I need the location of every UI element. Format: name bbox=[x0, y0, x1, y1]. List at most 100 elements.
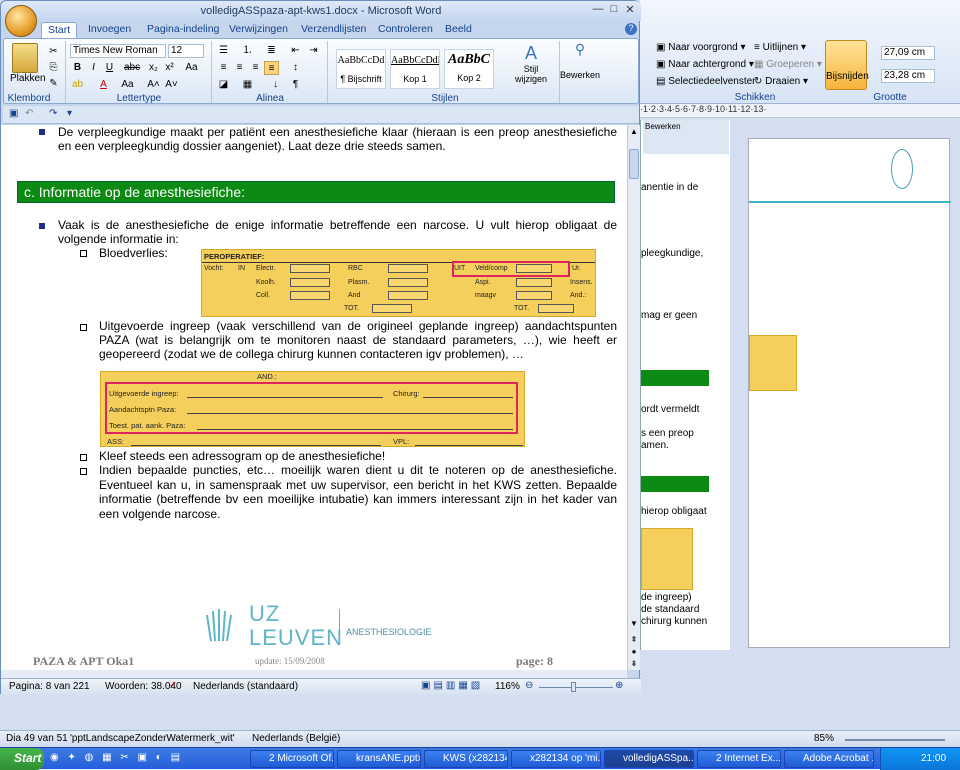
scroll-up-icon[interactable]: ▲ bbox=[629, 127, 639, 137]
bold-icon[interactable]: B bbox=[70, 61, 85, 75]
taskbar-button[interactable]: 2 Internet Ex... bbox=[697, 750, 781, 768]
start-button[interactable]: Start bbox=[0, 748, 44, 770]
side-line: pleegkundige, bbox=[641, 248, 704, 259]
help-icon[interactable]: ? bbox=[625, 23, 637, 35]
editing-button[interactable]: ⚲ Bewerken bbox=[560, 41, 600, 91]
copy-icon[interactable]: ⎘ bbox=[46, 61, 61, 75]
shrink-font-icon[interactable]: A˅ bbox=[164, 78, 179, 92]
scroll-down-icon[interactable]: ▼ bbox=[629, 619, 639, 629]
browse-object-icon[interactable]: ● bbox=[629, 647, 639, 657]
taskbar-button[interactable]: 2 Microsoft Of... bbox=[250, 750, 334, 768]
highlight-icon[interactable]: ab bbox=[70, 78, 85, 92]
align-button[interactable]: ≡ Uitlijnen ▾ bbox=[754, 42, 806, 53]
rotate-button[interactable]: ↻ Draaien ▾ bbox=[754, 76, 808, 87]
prev-page-icon[interactable]: ⇞ bbox=[629, 635, 639, 645]
grow-font-icon[interactable]: A˄ bbox=[146, 78, 161, 92]
customize-qat-icon[interactable]: ▾ bbox=[67, 108, 72, 119]
close-icon[interactable]: ✕ bbox=[623, 3, 637, 17]
background-ruler: ·1·2·3·4·5·6·7·8·9·10·11·12·13· bbox=[640, 104, 960, 118]
tab-start[interactable]: Start bbox=[41, 22, 78, 38]
office-button[interactable] bbox=[5, 5, 37, 37]
height-field[interactable]: 27,09 cm bbox=[881, 46, 935, 60]
zoom-slider[interactable] bbox=[539, 687, 613, 688]
strikethrough-icon[interactable]: abc bbox=[124, 61, 140, 75]
form-field bbox=[516, 291, 552, 300]
show-marks-icon[interactable]: ¶ bbox=[288, 78, 303, 92]
superscript-icon[interactable]: x² bbox=[162, 61, 177, 75]
width-field[interactable]: 23,28 cm bbox=[881, 69, 935, 83]
style-heading-2[interactable]: AaBbC Kop 2 bbox=[444, 49, 494, 89]
zoom-out-icon[interactable]: ⊖ bbox=[525, 680, 533, 691]
bring-forward-button[interactable]: ▣ Naar voorgrond ▾ bbox=[656, 42, 746, 53]
title-bar[interactable]: volledigASSpaza-apt-kws1.docx - Microsof… bbox=[1, 1, 641, 21]
taskbar-button[interactable]: Adobe Acrobat ... bbox=[784, 750, 874, 768]
taskbar-button[interactable]: KWS (x282134) bbox=[424, 750, 508, 768]
style-caption[interactable]: AaBbCcDd ¶ Bijschrift bbox=[336, 49, 386, 89]
horizontal-scrollbar[interactable] bbox=[1, 670, 627, 678]
style-heading-1[interactable]: AaBbCcDdE Kop 1 bbox=[390, 49, 440, 89]
shading-icon[interactable]: ◪ bbox=[216, 78, 231, 92]
zoom-in-icon[interactable]: ⊕ bbox=[615, 680, 623, 691]
align-right-icon[interactable]: ≡ bbox=[248, 61, 263, 75]
save-icon[interactable]: ▣ bbox=[9, 108, 18, 119]
taskbar-button[interactable]: x282134 op 'mi... bbox=[511, 750, 601, 768]
italic-icon[interactable]: I bbox=[86, 61, 101, 75]
scroll-thumb[interactable] bbox=[629, 149, 639, 179]
font-name-combo[interactable]: Times New Roman bbox=[70, 44, 166, 58]
paste-button[interactable]: Plakken bbox=[10, 73, 46, 84]
zoom-slider-thumb[interactable] bbox=[571, 682, 576, 692]
tab-beeld[interactable]: Beeld bbox=[439, 22, 478, 38]
form-field bbox=[290, 291, 330, 300]
font-color-icon[interactable]: A bbox=[96, 78, 111, 92]
side-line: mag er geen bbox=[641, 310, 698, 321]
change-styles-button[interactable]: A Stijl wijzigen bbox=[508, 43, 554, 84]
sort-icon[interactable]: ↓ bbox=[268, 78, 283, 92]
font-size-combo[interactable]: 12 bbox=[168, 44, 204, 58]
subscript-icon[interactable]: x₂ bbox=[146, 61, 161, 75]
taskbar-button-active[interactable]: volledigASSpa... bbox=[604, 750, 694, 768]
align-center-icon[interactable]: ≡ bbox=[232, 61, 247, 75]
underline-icon[interactable]: U bbox=[102, 61, 117, 75]
proofing-icon[interactable]: ✓ bbox=[169, 680, 177, 691]
page-indicator[interactable]: Pagina: 8 van 221 bbox=[9, 681, 90, 692]
cut-icon[interactable]: ✂ bbox=[46, 45, 61, 59]
tab-verzendlijsten[interactable]: Verzendlijsten bbox=[295, 22, 372, 38]
group-button[interactable]: ▦ Groeperen ▾ bbox=[754, 59, 822, 70]
change-case-icon[interactable]: Aa bbox=[120, 78, 135, 92]
next-page-icon[interactable]: ⇟ bbox=[629, 659, 639, 669]
vertical-scrollbar[interactable]: ▲ ▼ ⇞ ● ⇟ bbox=[627, 125, 640, 670]
document-page[interactable]: De verpleegkundige maakt per patiënt een… bbox=[1, 125, 627, 670]
justify-icon[interactable]: ≡ bbox=[264, 61, 279, 75]
bullets-icon[interactable]: ☰ bbox=[216, 44, 231, 58]
selection-pane-button[interactable]: ▤ Selectiedeelvenster bbox=[656, 76, 756, 87]
language-indicator[interactable]: Nederlands (standaard) bbox=[193, 681, 298, 692]
align-left-icon[interactable]: ≡ bbox=[216, 61, 231, 75]
minimize-icon[interactable]: — bbox=[591, 3, 605, 17]
send-backward-button[interactable]: ▣ Naar achtergrond ▾ bbox=[656, 59, 754, 70]
quick-launch-icons[interactable]: ◉ ✦ ◍ ▦ ✂ ▣ ◐ ▤ bbox=[50, 752, 240, 766]
tab-pagina-indeling[interactable]: Pagina-indeling bbox=[141, 22, 225, 38]
zoom-slider[interactable] bbox=[845, 739, 945, 741]
format-painter-icon[interactable]: ✎ bbox=[46, 77, 61, 91]
maximize-icon[interactable]: □ bbox=[607, 3, 621, 17]
tab-verwijzingen[interactable]: Verwijzingen bbox=[223, 22, 294, 38]
crop-button[interactable]: Bijsnijden bbox=[825, 40, 869, 90]
language-label[interactable]: Nederlands (België) bbox=[252, 733, 340, 744]
zoom-level[interactable]: 116% bbox=[495, 681, 520, 692]
view-buttons[interactable]: ▣▤▥▦▧ bbox=[421, 680, 483, 691]
form-label: Aspi. bbox=[475, 279, 491, 286]
clear-format-icon[interactable]: Aa bbox=[184, 61, 199, 75]
tab-invoegen[interactable]: Invoegen bbox=[82, 22, 137, 38]
decrease-indent-icon[interactable]: ⇤ bbox=[288, 44, 303, 58]
increase-indent-icon[interactable]: ⇥ bbox=[306, 44, 321, 58]
paste-icon[interactable] bbox=[12, 43, 38, 73]
redo-icon[interactable]: ↷ bbox=[49, 108, 57, 119]
zoom-level[interactable]: 85% bbox=[814, 733, 834, 744]
undo-icon[interactable]: ↶ bbox=[25, 108, 33, 119]
borders-icon[interactable]: ▦ bbox=[240, 78, 255, 92]
tab-controleren[interactable]: Controleren bbox=[372, 22, 439, 38]
taskbar-button[interactable]: kransANE.pptx bbox=[337, 750, 421, 768]
numbering-icon[interactable]: ⒈ bbox=[240, 44, 255, 58]
line-spacing-icon[interactable]: ↕ bbox=[288, 61, 303, 75]
multilevel-list-icon[interactable]: ≣ bbox=[264, 44, 279, 58]
